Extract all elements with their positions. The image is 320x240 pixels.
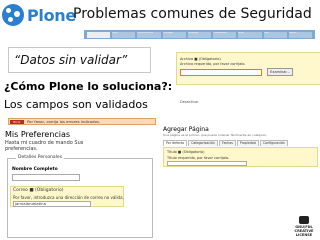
preferences-title: Mis Preferencias: [5, 130, 71, 139]
plone-logo-text: Plone: [27, 5, 76, 25]
error-banner: Error Por favor, corrija los errores ind…: [8, 118, 156, 125]
slide-heading: ¿Cómo Plone lo soluciona?:: [4, 80, 173, 93]
plone-logo: Plone: [2, 3, 76, 27]
full-name-label: Nombre Completo: [12, 167, 58, 172]
slide-title: Problemas comunes de Seguridad: [73, 6, 312, 22]
disable-label: Desactivar: [180, 100, 199, 104]
quote-box: “Datos sin validar”: [8, 47, 151, 73]
file-field-error: Archivo requerido, por favor corríjalo.: [180, 62, 246, 66]
browse-button[interactable]: Examinar...: [267, 68, 293, 76]
title-field-error: Título requerido, por favor corríjalo.: [167, 156, 230, 160]
title-field-label: Título ■ (Obligatorio): [167, 150, 205, 154]
nav-tab-8[interactable]: Soporte: [288, 31, 312, 38]
nav-tab-4[interactable]: Tecnología: [187, 31, 212, 38]
add-page-description: Una página es el primer, que puede orden…: [163, 133, 267, 137]
nav-tab-7[interactable]: Plone: [263, 31, 287, 38]
disable-strip: Desactivar: [176, 99, 320, 107]
license-icon: [299, 216, 309, 224]
title-input[interactable]: [167, 161, 247, 166]
nav-tab-6[interactable]: Blogs: [238, 31, 262, 38]
nav-tab-5[interactable]: Comunidades: [213, 31, 237, 38]
plone-logo-icon: [2, 4, 24, 26]
file-field-label: Archivo ■ (Obligatorio): [180, 57, 221, 61]
email-input[interactable]: jarvialaruelatina: [13, 201, 91, 207]
email-label: Correo ■ (Obligatorio): [13, 188, 64, 193]
badge-line-3: LICENSE: [295, 233, 313, 237]
tab-ownership[interactable]: Propiedad: [236, 140, 259, 146]
nav-tab-2[interactable]: Documentación: [137, 31, 161, 38]
tab-dates[interactable]: Fechas: [218, 140, 236, 146]
full-name-input[interactable]: [12, 174, 80, 181]
tab-settings[interactable]: Configuración: [259, 140, 288, 146]
fieldset-legend: Detalles Personales: [16, 155, 65, 160]
title-error-box: Título ■ (Obligatorio) Título requerido,…: [163, 147, 318, 167]
plone-navbar: Inicio Users Documentación Descargas Tec…: [84, 30, 315, 39]
add-page-tabs: Por defecto Categorización Fechas Propie…: [163, 140, 289, 146]
email-error: Por favor, introduzca una dirección de c…: [13, 195, 124, 200]
email-error-box: Correo ■ (Obligatorio) Por favor, introd…: [10, 186, 124, 207]
tab-default[interactable]: Por defecto: [163, 140, 188, 146]
tab-categorization[interactable]: Categorización: [188, 140, 218, 146]
error-tag: Error: [10, 120, 24, 124]
nav-tab-1[interactable]: Users: [112, 31, 136, 38]
preferences-description: Hasta mi cuadro de mando Sus preferencia…: [5, 140, 84, 152]
error-banner-message: Por favor, corrija los errores indicados…: [27, 119, 101, 124]
file-input[interactable]: [180, 69, 262, 76]
nav-tab-0[interactable]: Inicio: [87, 31, 111, 38]
license-badge: GNU/FDL CREATIVE LICENSE: [288, 213, 320, 240]
add-page-title: Agregar Página: [163, 126, 209, 133]
slide-subheading: Los campos son validados: [4, 98, 148, 111]
file-field-error-box: Archivo ■ (Obligatorio) Archivo requerid…: [176, 52, 320, 85]
nav-tab-3[interactable]: Descargas: [162, 31, 186, 38]
